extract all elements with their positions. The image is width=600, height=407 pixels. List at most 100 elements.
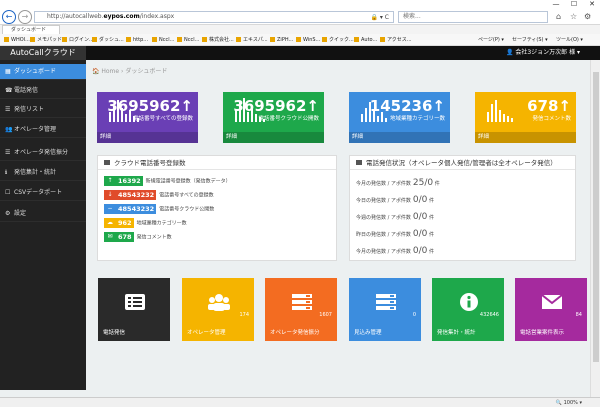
users-icon: 👥 [5, 126, 13, 133]
count-row: ☁ 962 地域業種カテゴリー数 [104, 218, 187, 230]
favorite-link[interactable]: http... [126, 36, 148, 44]
cloud-count-panel: クラウド電話番号登録数 ↑ 16392 新規電話番号登録数（発信数データ） ↓ 485… [97, 155, 337, 261]
breadcrumb-separator: › [121, 68, 124, 75]
app-header: AutoCallクラウド 👤 会社3ジョン万次郎 様 ▾ [0, 46, 600, 60]
address-icons[interactable]: 🔒 ▾ C [371, 13, 390, 23]
scrollbar-thumb[interactable] [593, 72, 599, 362]
minimize-button[interactable]: — [548, 0, 564, 9]
sidebar-item-label: 設定 [14, 210, 27, 217]
address-suffix: /index.aspx [139, 13, 175, 20]
favorites-star-icon[interactable]: ☆ [570, 11, 577, 23]
call-status-row: 今週の発信数 / アポ件数 0/0 件 [356, 212, 434, 222]
close-window-button[interactable]: ✕ [584, 0, 600, 9]
tile-label: 電話発信 [103, 330, 126, 336]
browser-search-input[interactable]: 検索... [398, 11, 548, 23]
back-button[interactable]: ← [2, 10, 16, 24]
tile-sales-cases[interactable]: 84 電話営業案件表示 [515, 278, 587, 341]
favorite-link[interactable]: 株式会社... [202, 36, 234, 44]
count-row: ✉ 678 発信コメント数 [104, 232, 172, 244]
tile-phone-call[interactable]: 電話発信 [98, 278, 170, 341]
tile-prospect-management[interactable]: 0 見込み管理 [349, 278, 421, 341]
tile-count: 1607 [319, 312, 332, 318]
favorite-link[interactable]: ZiPH... [270, 36, 293, 44]
call-status-row: 昨日の発信数 / アポ件数 0/0 件 [356, 229, 434, 239]
favorite-link[interactable]: Nccl... [152, 36, 174, 44]
favorite-link[interactable]: Nccl... [177, 36, 199, 44]
tile-label: 発信集計・統計 [437, 330, 476, 336]
sidebar-item-call-list[interactable]: ☰ 発信リスト [0, 102, 86, 118]
stat-details-link[interactable]: 詳細 [475, 132, 576, 143]
csv-icon: ☐ [5, 189, 11, 196]
sidebar-item-statistics[interactable]: ℹ 発信集計・統計 [0, 165, 86, 181]
stat-card-call-comments[interactable]: 678↑ 発信コメント数 詳細 [475, 92, 576, 143]
brand-logo[interactable]: AutoCallクラウド [0, 46, 86, 60]
stat-label: 地域業種カテゴリー数 [389, 116, 445, 122]
address-bar[interactable]: http://autocallweb.eypos.com/index.aspx … [34, 11, 394, 23]
tools-menu[interactable]: ツール(O) ▾ [556, 36, 583, 44]
stat-card-cloud-public-numbers[interactable]: 3695962↑ 電話番号クラウド公開数 詳細 [223, 92, 324, 143]
safety-menu[interactable]: セーフティ(S) ▾ [512, 36, 548, 44]
tab-row: ダッシュボード [0, 25, 600, 34]
forward-button[interactable]: → [18, 10, 32, 24]
tile-operator-management[interactable]: 174 オペレータ管理 [182, 278, 254, 341]
panel-icon [356, 160, 362, 165]
list-icon: ☰ [5, 149, 11, 156]
users-icon [208, 294, 230, 311]
page-scrollbar[interactable] [590, 60, 600, 397]
sidebar-item-csv-import[interactable]: ☐ CSVデータポート [0, 185, 86, 201]
mail-icon [541, 294, 563, 309]
info-icon: ℹ [5, 169, 8, 176]
stat-card-region-categories[interactable]: 145236↑ 地域業種カテゴリー数 詳細 [349, 92, 450, 143]
sidebar-item-settings[interactable]: ⚙ 設定 [0, 206, 86, 222]
tile-label: オペレータ発信振分 [270, 330, 320, 336]
sidebar-item-operator-distribution[interactable]: ☰ オペレータ発信振分 [0, 145, 86, 161]
settings-gear-icon[interactable]: ⚙ [584, 11, 591, 23]
count-label: 電話番号すべての登録数 [159, 192, 214, 199]
arrow-up-icon: ↑ [558, 97, 571, 115]
page-menu[interactable]: ページ(P) ▾ [478, 36, 504, 44]
favorite-link[interactable]: Auto... [354, 36, 377, 44]
favorites-bar: WHOI... メモパッド ログイン... ダッシュ... http... Nc… [0, 34, 600, 46]
minus-icon: − [104, 204, 116, 214]
browser-tab-dashboard[interactable]: ダッシュボード [2, 25, 60, 34]
breadcrumb-current: ダッシュボード [125, 68, 168, 75]
arrow-up-icon: ↑ [432, 97, 445, 115]
stat-details-link[interactable]: 詳細 [97, 132, 198, 143]
address-row: ← → http://autocallweb.eypos.com/index.a… [0, 9, 600, 25]
sidebar-item-label: CSVデータポート [14, 189, 63, 196]
count-badge: 16392 [116, 176, 143, 186]
sidebar-item-phone-call[interactable]: ☎ 電話発信 [0, 83, 86, 99]
favorite-link[interactable]: アクセス... [380, 36, 412, 44]
stat-details-link[interactable]: 詳細 [223, 132, 324, 143]
cloud-icon: ☁ [104, 218, 116, 228]
favorite-link[interactable]: メモパッド [30, 36, 62, 44]
favorite-link[interactable]: ダッシュ... [92, 36, 124, 44]
tile-statistics[interactable]: 432646 発信集計・統計 [432, 278, 504, 341]
user-menu[interactable]: 👤 会社3ジョン万次郎 様 ▾ [506, 46, 580, 60]
arrow-up-icon: ↑ [104, 176, 116, 186]
home-icon[interactable]: ⌂ [556, 11, 561, 23]
favorite-link[interactable]: エキスパ... [236, 36, 268, 44]
favorite-link[interactable]: WHOI... [4, 36, 30, 44]
zoom-level[interactable]: 🔍 100% ▾ [556, 399, 582, 407]
maximize-button[interactable]: ☐ [566, 0, 582, 9]
count-label: 電話番号クラウド公開数 [159, 206, 215, 213]
list-icon: ☰ [5, 106, 11, 113]
arrow-up-icon: ↑ [306, 97, 319, 115]
tile-operator-distribution[interactable]: 1607 オペレータ発信振分 [265, 278, 337, 341]
breadcrumb-home[interactable]: 🏠 Home [92, 68, 119, 75]
stat-card-all-phone-numbers[interactable]: 3695962↑ 電話番号すべての登録数 詳細 [97, 92, 198, 143]
stat-details-link[interactable]: 詳細 [349, 132, 450, 143]
sidebar-item-label: 電話発信 [14, 87, 39, 94]
favorite-link[interactable]: ログイン... [62, 36, 94, 44]
stat-label: 発信コメント数 [532, 116, 571, 122]
stat-label: 電話番号すべての登録数 [133, 116, 193, 122]
favorite-link[interactable]: クイック... [322, 36, 354, 44]
phone-list-icon [125, 294, 145, 310]
window-title-bar: — ☐ ✕ [0, 0, 600, 9]
sidebar-item-operator-management[interactable]: 👥 オペレータ管理 [0, 122, 86, 138]
phone-icon: ☎ [5, 87, 13, 94]
favorite-link[interactable]: WinS... [296, 36, 320, 44]
sidebar-item-dashboard[interactable]: ▦ ダッシュボード [0, 64, 86, 80]
tile-label: 電話営業案件表示 [520, 330, 565, 336]
